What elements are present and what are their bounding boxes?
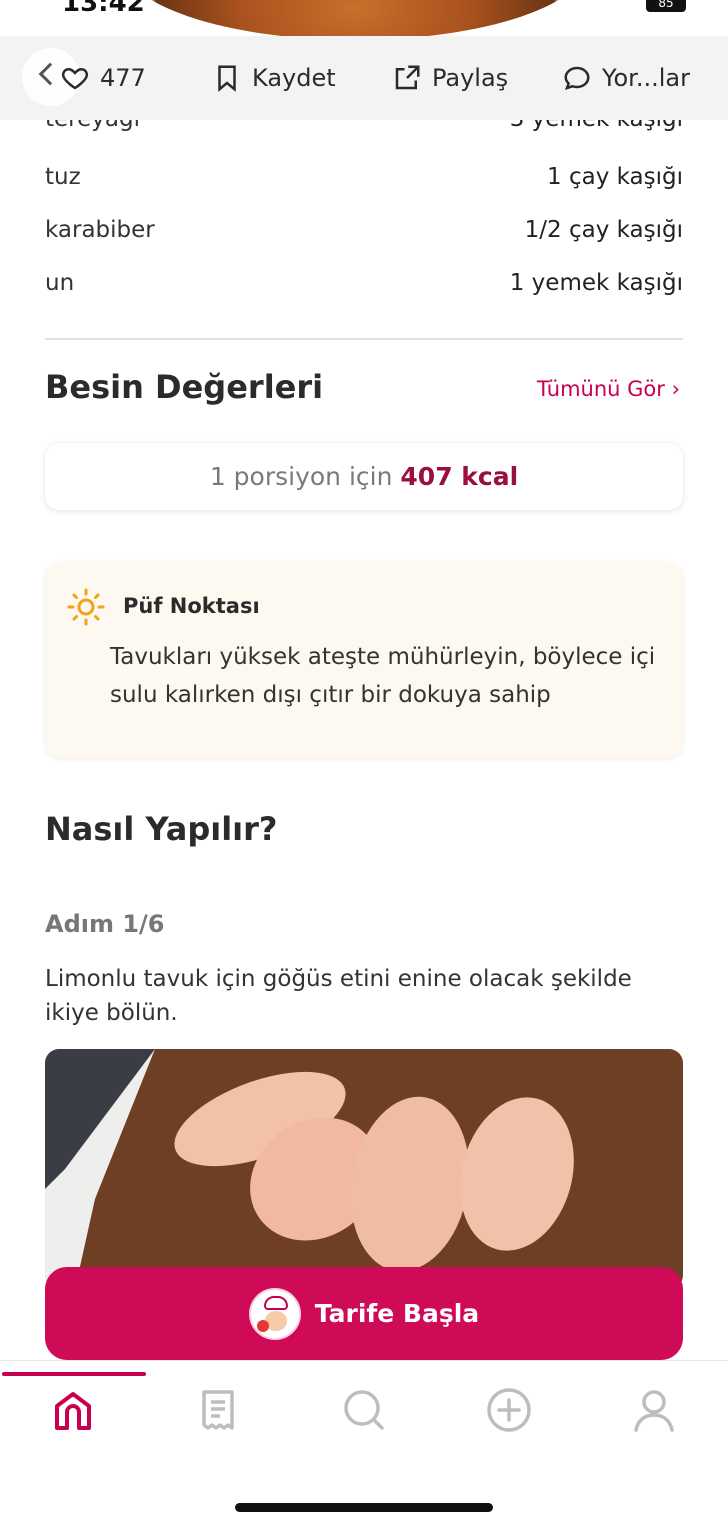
- ingredient-name: un: [45, 270, 75, 296]
- save-label: Kaydet: [252, 64, 336, 92]
- step-description: Limonlu tavuk için göğüs etini enine ola…: [45, 966, 632, 1026]
- portion-label: 1 porsiyon için: [209, 462, 393, 491]
- step-photo: [45, 1049, 683, 1289]
- profile-icon: [634, 1390, 674, 1432]
- recipe-action-bar: 477 Kaydet Paylaş Yor...lar: [0, 36, 728, 120]
- recipe-book-icon: [202, 1390, 234, 1430]
- bottom-navigation: [0, 1380, 728, 1440]
- ingredient-amount: 1 çay kaşığı: [547, 164, 683, 190]
- comments-button[interactable]: Yor...lar: [562, 36, 690, 120]
- ingredient-amount: 3 yemek kaşığı: [510, 120, 683, 132]
- search-icon: [344, 1390, 384, 1430]
- nav-recipes[interactable]: [194, 1386, 242, 1434]
- comment-icon: [564, 66, 590, 90]
- tip-title: Püf Noktası: [123, 594, 260, 618]
- bookmark-icon: [218, 65, 236, 92]
- section-divider: [45, 338, 683, 340]
- nutrition-title: Besin Değerleri: [45, 368, 324, 406]
- start-recipe-button[interactable]: Tarife Başla: [45, 1267, 683, 1360]
- tip-card: Püf Noktası Tavukları yüksek ateşte mühü…: [45, 562, 683, 758]
- nav-profile[interactable]: [630, 1386, 678, 1434]
- home-indicator: [235, 1503, 493, 1512]
- see-all-link[interactable]: Tümünü Gör ›: [537, 377, 680, 401]
- ingredient-list: tereyağı 3 yemek kaşığı tuz 1 çay kaşığı…: [45, 120, 683, 311]
- save-button[interactable]: Kaydet: [212, 36, 336, 120]
- nav-add[interactable]: [485, 1386, 533, 1434]
- share-icon: [395, 65, 420, 90]
- home-icon: [55, 1392, 91, 1430]
- nav-home[interactable]: [49, 1386, 97, 1434]
- ingredient-amount: 1/2 çay kaşığı: [524, 217, 683, 243]
- ingredient-row: tereyağı 3 yemek kaşığı: [45, 120, 683, 147]
- heart-icon: [61, 67, 89, 90]
- ingredient-name: tuz: [45, 164, 81, 190]
- calorie-value: 407 kcal: [400, 462, 519, 491]
- calorie-card: 1 porsiyon için 407 kcal: [45, 443, 683, 510]
- ingredient-row-clipped: tereyağı 3 yemek kaşığı: [45, 120, 683, 152]
- ingredient-amount: 1 yemek kaşığı: [509, 270, 683, 296]
- chicken-breast-image: [45, 1049, 683, 1289]
- add-icon: [487, 1388, 531, 1432]
- like-count: 477: [100, 64, 146, 92]
- step-counter: Adım 1/6: [45, 910, 165, 938]
- tip-text: Tavukları yüksek ateşte mühürleyin, böyl…: [110, 644, 656, 708]
- sun-icon: [67, 588, 105, 626]
- ingredient-row: un 1 yemek kaşığı: [45, 258, 683, 311]
- how-to-title: Nasıl Yapılır?: [45, 810, 278, 848]
- hero-food-photo: [120, 0, 590, 36]
- status-time: 13:42: [62, 0, 145, 18]
- chef-hat-shape: [263, 1295, 288, 1310]
- battery-indicator: 85: [646, 0, 686, 12]
- share-button[interactable]: Paylaş: [392, 36, 508, 120]
- comments-label: Yor...lar: [602, 64, 690, 92]
- chevron-left-icon: [38, 62, 62, 86]
- like-button[interactable]: 477: [60, 36, 146, 120]
- recipe-hero-image: 13:42 85: [0, 0, 728, 36]
- start-recipe-label: Tarife Başla: [314, 1299, 480, 1328]
- tomato-shape: [256, 1319, 269, 1332]
- active-tab-indicator: [2, 1372, 146, 1376]
- nav-divider: [0, 1360, 728, 1361]
- nav-search[interactable]: [340, 1386, 388, 1434]
- chef-mascot-icon: [248, 1287, 301, 1340]
- ingredient-name: tereyağı: [45, 120, 140, 132]
- share-label: Paylaş: [432, 64, 509, 92]
- ingredient-row: karabiber 1/2 çay kaşığı: [45, 205, 683, 258]
- ingredient-name: karabiber: [45, 217, 155, 243]
- ingredient-row: tuz 1 çay kaşığı: [45, 152, 683, 205]
